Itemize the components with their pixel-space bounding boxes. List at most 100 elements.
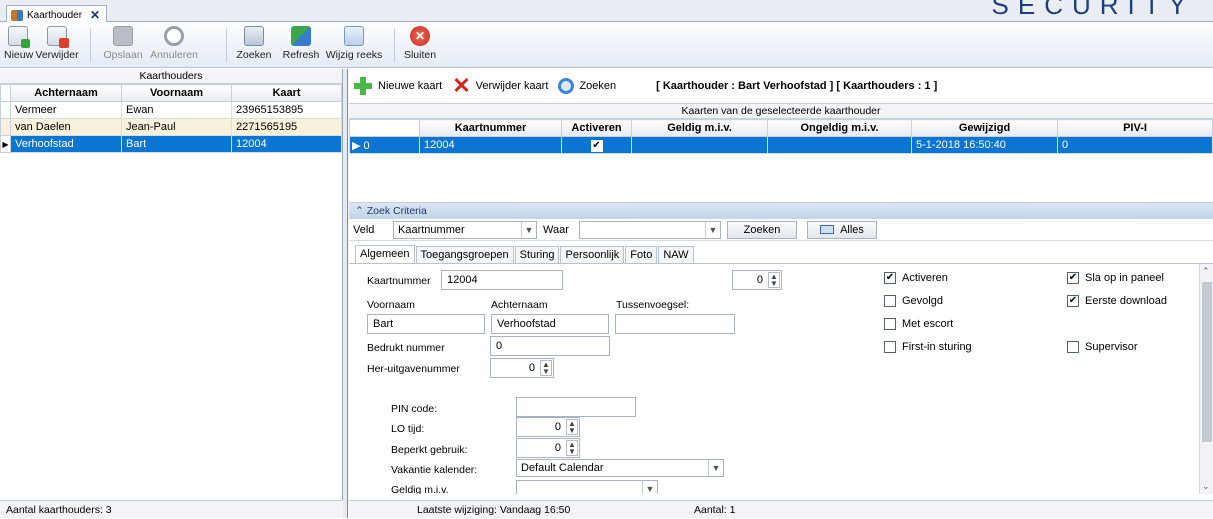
cell-kaart[interactable]: 12004 [231,135,342,153]
cardholder-list-pane: Kaarthouders Achternaam Voornaam Kaart V… [0,69,343,518]
slaop-checkbox[interactable]: ✔ Sla op in paneel [1067,272,1164,284]
cell-geldig[interactable] [631,136,768,154]
search-go-button[interactable]: Zoeken [727,220,797,239]
scrollbar-thumb[interactable] [1202,282,1212,442]
checkbox-checked-icon[interactable]: ✔ [1067,272,1079,284]
cell-ongeldig[interactable] [767,136,912,154]
column-header-activeren[interactable]: Activeren [561,119,632,137]
checkbox-icon[interactable] [884,318,896,330]
column-header-geldig[interactable]: Geldig m.i.v. [631,119,768,137]
checkbox-icon[interactable] [1067,341,1079,353]
current-row-arrow-icon[interactable]: ▶ [0,135,11,153]
tab-naw[interactable]: NAW [658,246,694,263]
tab-sturing[interactable]: Sturing [514,246,560,263]
field-select[interactable]: Kaartnummer ▼ [393,220,537,239]
column-header-piv-i[interactable]: PIV-I [1057,119,1213,137]
checkbox-icon[interactable] [884,295,896,307]
activeren-checkbox[interactable]: ✔ Activeren [884,272,948,284]
checkbox-checked-icon[interactable]: ✔ [884,272,896,284]
cards-table: Kaartnummer Activeren Geldig m.i.v. Onge… [349,119,1213,154]
delete-card-button[interactable]: ✕ Verwijder kaart [452,75,548,97]
scroll-up-icon[interactable]: ⌃ [1202,266,1210,277]
checkbox-checked-icon[interactable]: ✔ [590,139,603,152]
search-button[interactable]: Zoeken [232,24,276,61]
form-scrollbar[interactable]: ⌃ ⌄ [1199,264,1213,494]
cell-voornaam[interactable]: Ewan [121,101,232,119]
cell-voornaam[interactable]: Bart [121,135,232,153]
pin-field[interactable] [516,397,636,417]
tab-kaarthouder[interactable]: Kaarthouder ✕ [6,5,108,22]
cell-kaart[interactable]: 23965153895 [231,101,342,119]
delete-button[interactable]: Verwijder [32,24,82,61]
chevron-down-icon[interactable]: ▼ [705,221,720,238]
tab-toegangsgroepen[interactable]: Toegangsgroepen [415,246,514,263]
save-button[interactable]: Opslaan [100,24,146,61]
table-row[interactable]: van Daelen Jean-Paul 2271565195 [0,118,342,136]
column-header-kaart[interactable]: Kaart [231,84,342,102]
new-card-button[interactable]: Nieuwe kaart [353,76,442,96]
tussenvoegsel-field[interactable] [615,314,735,334]
checkbox-checked-icon[interactable]: ✔ [1067,295,1079,307]
firstin-checkbox[interactable]: First-in sturing [884,341,972,353]
chevron-down-icon[interactable]: ▼ [521,221,536,238]
stepper-arrows-icon[interactable]: ▲ ▼ [566,419,578,435]
voornaam-field[interactable]: Bart [367,314,485,334]
row-header[interactable] [0,118,11,136]
table-row-selected[interactable]: ▶ Verhoofstad Bart 12004 [0,135,342,153]
search-card-button[interactable]: Zoeken [558,78,616,94]
heruitgave-stepper[interactable]: 0 ▲ ▼ [490,358,554,378]
table-row[interactable]: Vermeer Ewan 23965153895 [0,101,342,119]
lo-stepper[interactable]: 0 ▲ ▼ [516,417,580,437]
bedrukt-field[interactable]: 0 [490,336,610,356]
close-tab-icon[interactable]: ✕ [90,8,100,22]
gevolgd-checkbox[interactable]: Gevolgd [884,295,943,307]
column-header-gewijzigd[interactable]: Gewijzigd [911,119,1058,137]
scroll-down-icon[interactable]: ⌄ [1202,481,1210,492]
tab-algemeen[interactable]: Algemeen [355,245,415,263]
column-header-voornaam[interactable]: Voornaam [121,84,232,102]
new-button[interactable]: Nieuw [4,24,33,61]
tab-persoonlijk[interactable]: Persoonlijk [560,246,625,263]
show-all-button[interactable]: Alles [807,220,877,239]
kaartnummer-field[interactable]: 12004 [441,270,563,290]
cell-gewijzigd[interactable]: 5-1-2018 16:50:40 [911,136,1058,154]
stepper-arrows-icon[interactable]: ▲ ▼ [540,360,552,376]
cell-achternaam[interactable]: Verhoofstad [10,135,122,153]
number-stepper[interactable]: 0 ▲ ▼ [732,270,782,290]
geldig-date-select[interactable]: ▼ [516,480,658,494]
change-series-button[interactable]: Wijzig reeks [324,24,384,61]
achternaam-field[interactable]: Verhoofstad [491,314,609,334]
chevron-down-icon[interactable]: ▼ [708,460,723,476]
cell-kaart[interactable]: 2271565195 [231,118,342,136]
stepper-arrows-icon[interactable]: ▲ ▼ [566,440,578,456]
table-row-selected[interactable]: ▶ 0 12004 ✔ 5-1-2018 16:50:40 0 [349,136,1213,154]
tab-foto[interactable]: Foto [625,246,658,263]
achternaam-label: Achternaam [491,299,548,311]
column-header-ongeldig[interactable]: Ongeldig m.i.v. [767,119,912,137]
checkbox-icon[interactable] [884,341,896,353]
column-header-achternaam[interactable]: Achternaam [10,84,122,102]
escort-checkbox[interactable]: Met escort [884,318,953,330]
refresh-button[interactable]: Refresh [280,24,322,61]
collapse-chevron-icon[interactable]: ⌃ [355,205,364,217]
cell-achternaam[interactable]: van Daelen [10,118,122,136]
row-index-cell[interactable]: ▶ 0 [349,136,420,154]
vakantie-select[interactable]: Default Calendar ▼ [516,459,724,477]
eerste-download-checkbox[interactable]: ✔ Eerste download [1067,295,1167,307]
close-button[interactable]: ✕ Sluiten [402,24,438,61]
search-criteria-header[interactable]: ⌃ Zoek Criteria [349,203,1213,219]
cell-kaartnummer[interactable]: 12004 [419,136,562,154]
pane-splitter[interactable] [343,69,348,518]
column-header-kaartnummer[interactable]: Kaartnummer [419,119,562,137]
beperkt-stepper[interactable]: 0 ▲ ▼ [516,438,580,458]
cell-achternaam[interactable]: Vermeer [10,101,122,119]
cancel-button[interactable]: Annuleren [148,24,200,61]
cell-voornaam[interactable]: Jean-Paul [121,118,232,136]
stepper-arrows-icon[interactable]: ▲ ▼ [768,272,780,288]
cell-piv-i[interactable]: 0 [1057,136,1213,154]
supervisor-checkbox[interactable]: Supervisor [1067,341,1138,353]
cell-activeren[interactable]: ✔ [561,136,632,154]
where-select[interactable]: ▼ [579,220,721,239]
row-header[interactable] [0,101,11,119]
chevron-down-icon[interactable]: ▼ [642,481,657,494]
